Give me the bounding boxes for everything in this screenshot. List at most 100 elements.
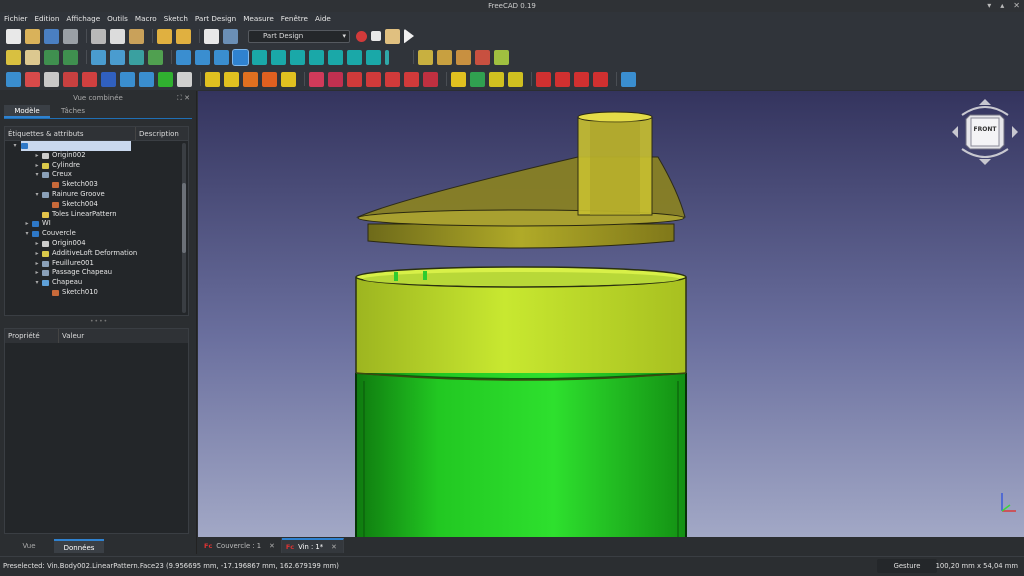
body-icon[interactable]	[6, 71, 21, 87]
fit-all-icon[interactable]	[91, 49, 106, 65]
fit-selection-icon[interactable]	[110, 49, 125, 65]
measure-toggle-icon[interactable]	[494, 49, 509, 65]
isometric-icon[interactable]	[252, 49, 267, 65]
expand-down-icon[interactable]: ▾	[23, 229, 31, 239]
rear-view-icon[interactable]	[328, 49, 343, 65]
save-icon[interactable]	[44, 28, 59, 44]
sketch-icon[interactable]	[25, 71, 40, 87]
left-view-icon[interactable]	[366, 49, 381, 65]
std-view-icon[interactable]	[232, 48, 249, 66]
draft-icon[interactable]	[489, 71, 504, 87]
tree-item[interactable]: ▸ Cylindre	[5, 161, 188, 171]
expand-right-icon[interactable]: ▸	[33, 151, 41, 161]
additive-helix-icon[interactable]	[281, 71, 296, 87]
bottle-body[interactable]	[355, 372, 687, 537]
link-icon[interactable]	[44, 49, 59, 65]
print-icon[interactable]	[63, 28, 78, 44]
measure-refresh-icon[interactable]	[456, 49, 471, 65]
right-view-icon[interactable]	[309, 49, 324, 65]
additive-loft-icon[interactable]	[243, 71, 258, 87]
measure-angular-icon[interactable]	[437, 49, 452, 65]
folder-group-icon[interactable]	[25, 49, 40, 65]
menu-affichage[interactable]: Affichage	[66, 14, 100, 23]
front-view-icon[interactable]	[271, 49, 286, 65]
close-icon[interactable]: ✕	[1013, 0, 1020, 12]
tree-item[interactable]: ▾ Chapeau	[5, 278, 188, 288]
draw-style-icon[interactable]	[129, 49, 144, 65]
measure-distance-icon[interactable]	[385, 49, 389, 65]
validate-sketch-icon[interactable]	[44, 71, 59, 87]
top-view-icon[interactable]	[290, 49, 305, 65]
tree-item[interactable]: ▸ WI	[5, 219, 188, 229]
subtractive-box-icon[interactable]	[423, 71, 438, 87]
refresh-icon[interactable]	[204, 28, 219, 44]
tree-item[interactable]: ▾ Rainure Groove	[5, 190, 188, 200]
tab-vin[interactable]: Fc Vin : 1* ✕	[281, 538, 344, 553]
menu-macro[interactable]: Macro	[135, 14, 157, 23]
close-tab-icon[interactable]: ✕	[269, 542, 275, 550]
redo-icon[interactable]	[176, 28, 191, 44]
maximize-icon[interactable]: ▴	[1000, 0, 1004, 12]
expand-right-icon[interactable]: ▸	[33, 268, 41, 278]
property-column-header[interactable]: Propriété	[5, 329, 59, 343]
paste-icon[interactable]	[129, 28, 144, 44]
menu-fichier[interactable]: Fichier	[4, 14, 28, 23]
part-icon[interactable]	[6, 49, 21, 65]
revolution-icon[interactable]	[224, 71, 239, 87]
tree-item[interactable]: Sketch010	[5, 288, 188, 298]
datum-point-icon[interactable]	[82, 71, 97, 87]
menu-fenetre[interactable]: Fenêtre	[281, 14, 308, 23]
boolean-icon[interactable]	[621, 71, 636, 87]
expand-down-icon[interactable]: ▾	[33, 170, 41, 180]
link-sub-icon[interactable]	[63, 49, 78, 65]
datum-line-icon[interactable]	[101, 71, 116, 87]
groove-icon[interactable]	[347, 71, 362, 87]
expand-right-icon[interactable]: ▸	[33, 249, 41, 259]
float-icon[interactable]: ⛶	[177, 94, 182, 102]
bottom-view-icon[interactable]	[347, 49, 362, 65]
forward-arrow-icon[interactable]	[195, 49, 210, 65]
datum-plane-icon[interactable]	[120, 71, 135, 87]
lid[interactable]	[356, 111, 686, 249]
macro-edit-icon[interactable]	[385, 28, 400, 44]
expand-down-icon[interactable]: ▾	[33, 190, 41, 200]
tab-modele[interactable]: Modèle	[4, 105, 50, 118]
subtractive-loft-icon[interactable]	[366, 71, 381, 87]
tab-donnees[interactable]: Données	[54, 539, 104, 553]
tree-item[interactable]: ▾ Couvercle	[5, 229, 188, 239]
tree-item[interactable]: ▸ AdditiveLoft Deformation	[5, 249, 188, 259]
expand-right-icon[interactable]: ▸	[23, 219, 31, 229]
3d-viewport[interactable]: FRONT	[198, 91, 1024, 537]
fillet-icon[interactable]	[451, 71, 466, 87]
multi-transform-icon[interactable]	[593, 71, 608, 87]
menu-measure[interactable]: Measure	[243, 14, 274, 23]
expand-right-icon[interactable]: ▸	[33, 161, 41, 171]
tree-scrollbar[interactable]	[182, 143, 186, 313]
undo-icon[interactable]	[157, 28, 172, 44]
workbench-selector[interactable]: Part Design	[248, 29, 350, 43]
chamfer-icon[interactable]	[470, 71, 485, 87]
clone-icon[interactable]	[177, 71, 192, 87]
menu-part-design[interactable]: Part Design	[195, 14, 236, 23]
minimize-icon[interactable]: ▾	[987, 0, 991, 12]
menu-sketch[interactable]: Sketch	[164, 14, 188, 23]
navigation-cube[interactable]: FRONT	[950, 97, 1020, 167]
value-column-header[interactable]: Valeur	[59, 329, 84, 343]
local-cs-icon[interactable]	[139, 71, 154, 87]
tree-item[interactable]: ▸ Passage Chapeau	[5, 268, 188, 278]
whats-this-icon[interactable]	[223, 28, 238, 44]
polar-pattern-icon[interactable]	[574, 71, 589, 87]
splitter-handle[interactable]: ••••	[90, 319, 107, 325]
tree-item[interactable]: Sketch004	[5, 200, 188, 210]
subtractive-helix-icon[interactable]	[404, 71, 419, 87]
bounding-box-icon[interactable]	[148, 49, 163, 65]
close-tab-icon[interactable]: ✕	[331, 543, 337, 551]
tab-couvercle[interactable]: Fc Couvercle : 1 ✕	[200, 538, 282, 553]
measure-linear-icon[interactable]	[418, 49, 433, 65]
cut-icon[interactable]	[91, 28, 106, 44]
tree-item[interactable]: ▾	[13, 141, 131, 151]
navigation-style-button[interactable]: Gesture	[877, 559, 937, 573]
measure-clear-icon[interactable]	[475, 49, 490, 65]
tab-vue[interactable]: Vue	[4, 539, 54, 553]
shape-binder-icon[interactable]	[158, 71, 173, 87]
